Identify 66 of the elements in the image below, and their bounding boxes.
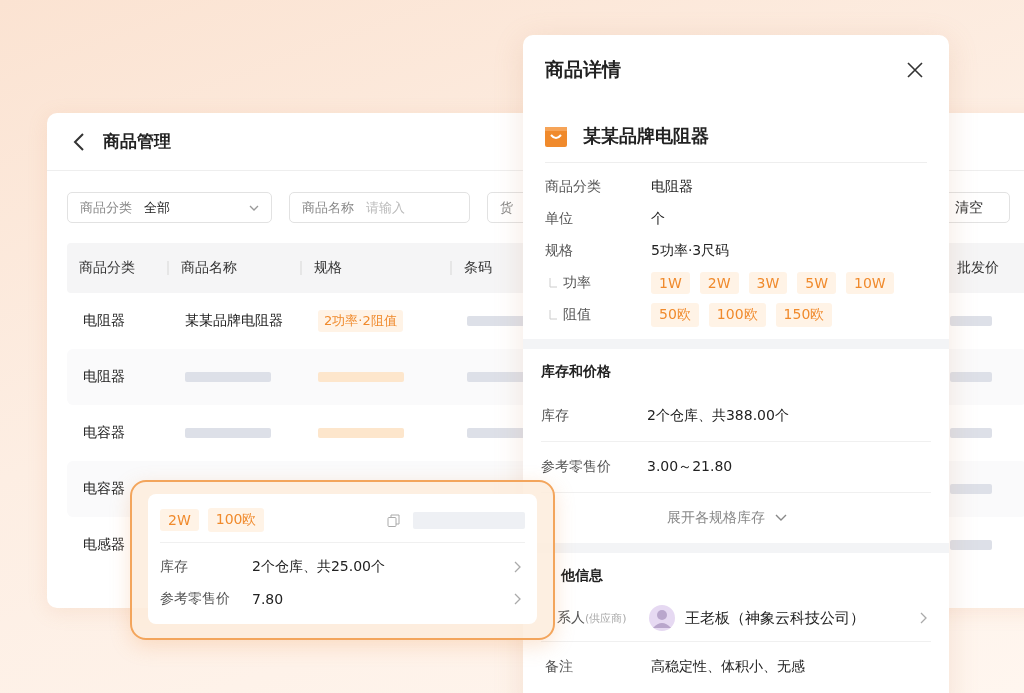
spec-option-tag[interactable]: 150欧 (775, 303, 833, 327)
spec-tag: 2W (160, 509, 199, 531)
field-label: 参考零售价 (541, 458, 612, 476)
spec-group-label: 阻值 (563, 306, 591, 324)
attribute-label: 商品分类 (545, 178, 602, 196)
field-label: 参考零售价 (160, 590, 231, 608)
column-header: 商品名称 (167, 259, 300, 277)
chevron-down-icon (249, 204, 259, 211)
shopping-bag-icon (545, 125, 567, 147)
section-title: 他信息 (560, 566, 604, 585)
column-header: 商品分类 (78, 259, 136, 277)
attribute-label: 单位 (545, 210, 574, 228)
placeholder-bar (950, 428, 992, 438)
table-cell-text: 电阻器 (82, 312, 126, 330)
chevron-right-icon[interactable] (514, 561, 521, 573)
field-label: 库存 (541, 407, 570, 425)
spec-option-tag[interactable]: 1W (651, 272, 690, 294)
table-cell-text: 电容器 (82, 424, 126, 442)
column-header: 规格 (300, 259, 450, 277)
placeholder-bar (950, 484, 992, 494)
table-cell: 某某品牌电阻器 (185, 312, 283, 330)
spec-option-tag[interactable]: 2W (699, 272, 739, 294)
attribute-value: 电阻器 (651, 178, 693, 196)
table-cell-text: 电阻器 (82, 368, 126, 386)
spec-option-tag[interactable]: 10W (846, 272, 894, 294)
table-cell-text: 电容器 (82, 480, 126, 498)
placeholder-bar (950, 316, 992, 326)
attribute-label: 规格 (545, 242, 574, 260)
field-value: 7.80 (252, 591, 284, 607)
chevron-right-icon[interactable] (920, 612, 927, 624)
field-value: 2个仓库、共388.00个 (647, 407, 789, 425)
close-icon[interactable] (907, 62, 923, 78)
field-value: 3.00～21.80 (647, 458, 733, 476)
expand-link[interactable]: 展开各规格库存 (667, 493, 787, 543)
placeholder-bar (950, 540, 992, 550)
spec-option-tag[interactable]: 5W (797, 272, 836, 294)
window-title: 商品管理 (103, 130, 171, 153)
chevron-down-icon (775, 514, 787, 522)
attribute-value: 个 (651, 210, 665, 228)
spec-option-tag[interactable]: 100欧 (708, 303, 766, 327)
attribute-value: 5功率·3尺码 (651, 242, 730, 260)
product-name: 某某品牌电阻器 (583, 124, 709, 148)
chevron-right-icon[interactable] (514, 593, 521, 605)
avatar-icon (649, 605, 675, 631)
spec-option-tag[interactable]: 50欧 (651, 303, 699, 327)
tree-branch-icon (549, 278, 557, 288)
column-header: 批发价 (956, 259, 1000, 277)
spec-group-label: 功率 (563, 274, 591, 292)
field-label: 库存 (160, 558, 189, 576)
filter-field[interactable]: 商品名称 请输入 (289, 192, 470, 223)
field-value: 2个仓库、共25.00个 (252, 558, 385, 576)
section-title: 库存和价格 (541, 362, 612, 381)
field-value: 高稳定性、体积小、无感 (651, 658, 805, 676)
back-icon[interactable] (73, 131, 85, 152)
field-label: 系人(供应商) (557, 609, 627, 625)
placeholder-bar (950, 372, 992, 382)
spec-option-tag[interactable]: 3W (748, 272, 788, 294)
spec-tag: 2功率·2阻值 (318, 310, 403, 332)
category-select[interactable]: 商品分类 全部 (67, 192, 272, 223)
spec-tag: 100欧 (207, 508, 265, 532)
tree-branch-icon (549, 310, 557, 320)
panel-title: 商品详情 (545, 57, 621, 82)
field-label: 备注 (545, 658, 574, 676)
contact-name: 王老板（神象云科技公司） (685, 608, 865, 628)
table-cell-text: 电感器 (82, 536, 126, 554)
copy-icon[interactable] (387, 513, 400, 527)
